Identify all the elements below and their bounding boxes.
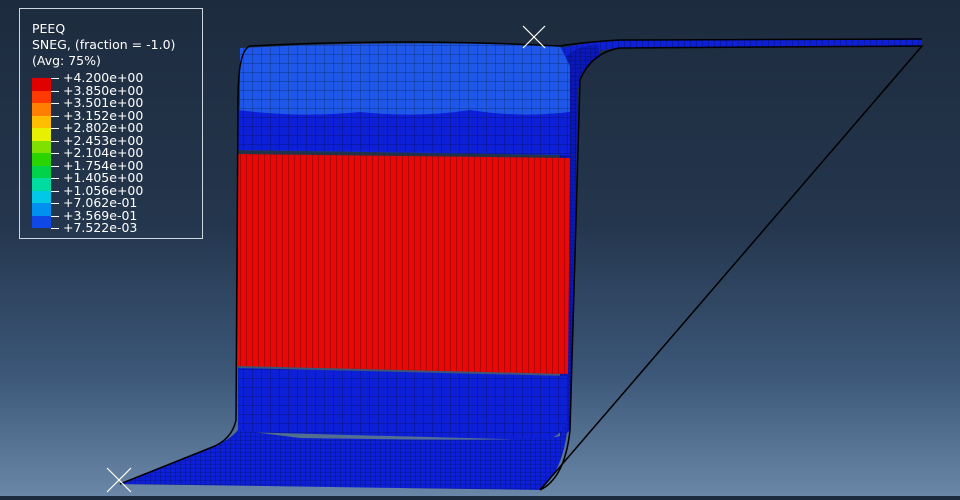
legend-color-band: [32, 140, 51, 153]
legend-color-band: [32, 190, 51, 203]
legend-color-band: [32, 165, 51, 178]
legend-section-label: SNEG, (fraction = -1.0): [32, 37, 176, 52]
contour-legend: PEEQ SNEG, (fraction = -1.0) (Avg: 75%) …: [19, 8, 203, 239]
legend-tick: [51, 128, 59, 129]
upper-low-strain-band: [238, 43, 570, 155]
legend-tick: [51, 203, 59, 204]
legend-tick: [51, 78, 59, 79]
node-marker-bottom[interactable]: [106, 467, 132, 493]
legend-variable-label: PEEQ: [32, 21, 66, 36]
legend-tick: [51, 178, 59, 179]
legend-tick: [51, 103, 59, 104]
legend-level-value: +7.522e-03: [63, 220, 138, 235]
legend-tick: [51, 215, 59, 217]
legend-color-band: [32, 128, 51, 141]
legend-color-band: [32, 78, 51, 91]
lower-low-strain-band: [238, 368, 568, 440]
legend-averaging-label: (Avg: 75%): [32, 53, 101, 68]
legend-tick: [51, 165, 59, 167]
high-strain-band: [238, 154, 570, 374]
legend-color-band: [32, 203, 51, 216]
legend-color-band: [32, 115, 51, 128]
legend-tick: [51, 228, 59, 229]
legend-tick: [51, 115, 59, 117]
legend-tick: [51, 140, 59, 142]
legend-tick: [51, 90, 59, 92]
legend-color-band: [32, 90, 51, 103]
legend-tick: [51, 153, 59, 154]
legend-color-band: [32, 215, 51, 228]
legend-color-band: [32, 153, 51, 166]
legend-tick: [51, 190, 59, 192]
legend-color-band: [32, 178, 51, 191]
legend-color-band: [32, 103, 51, 116]
